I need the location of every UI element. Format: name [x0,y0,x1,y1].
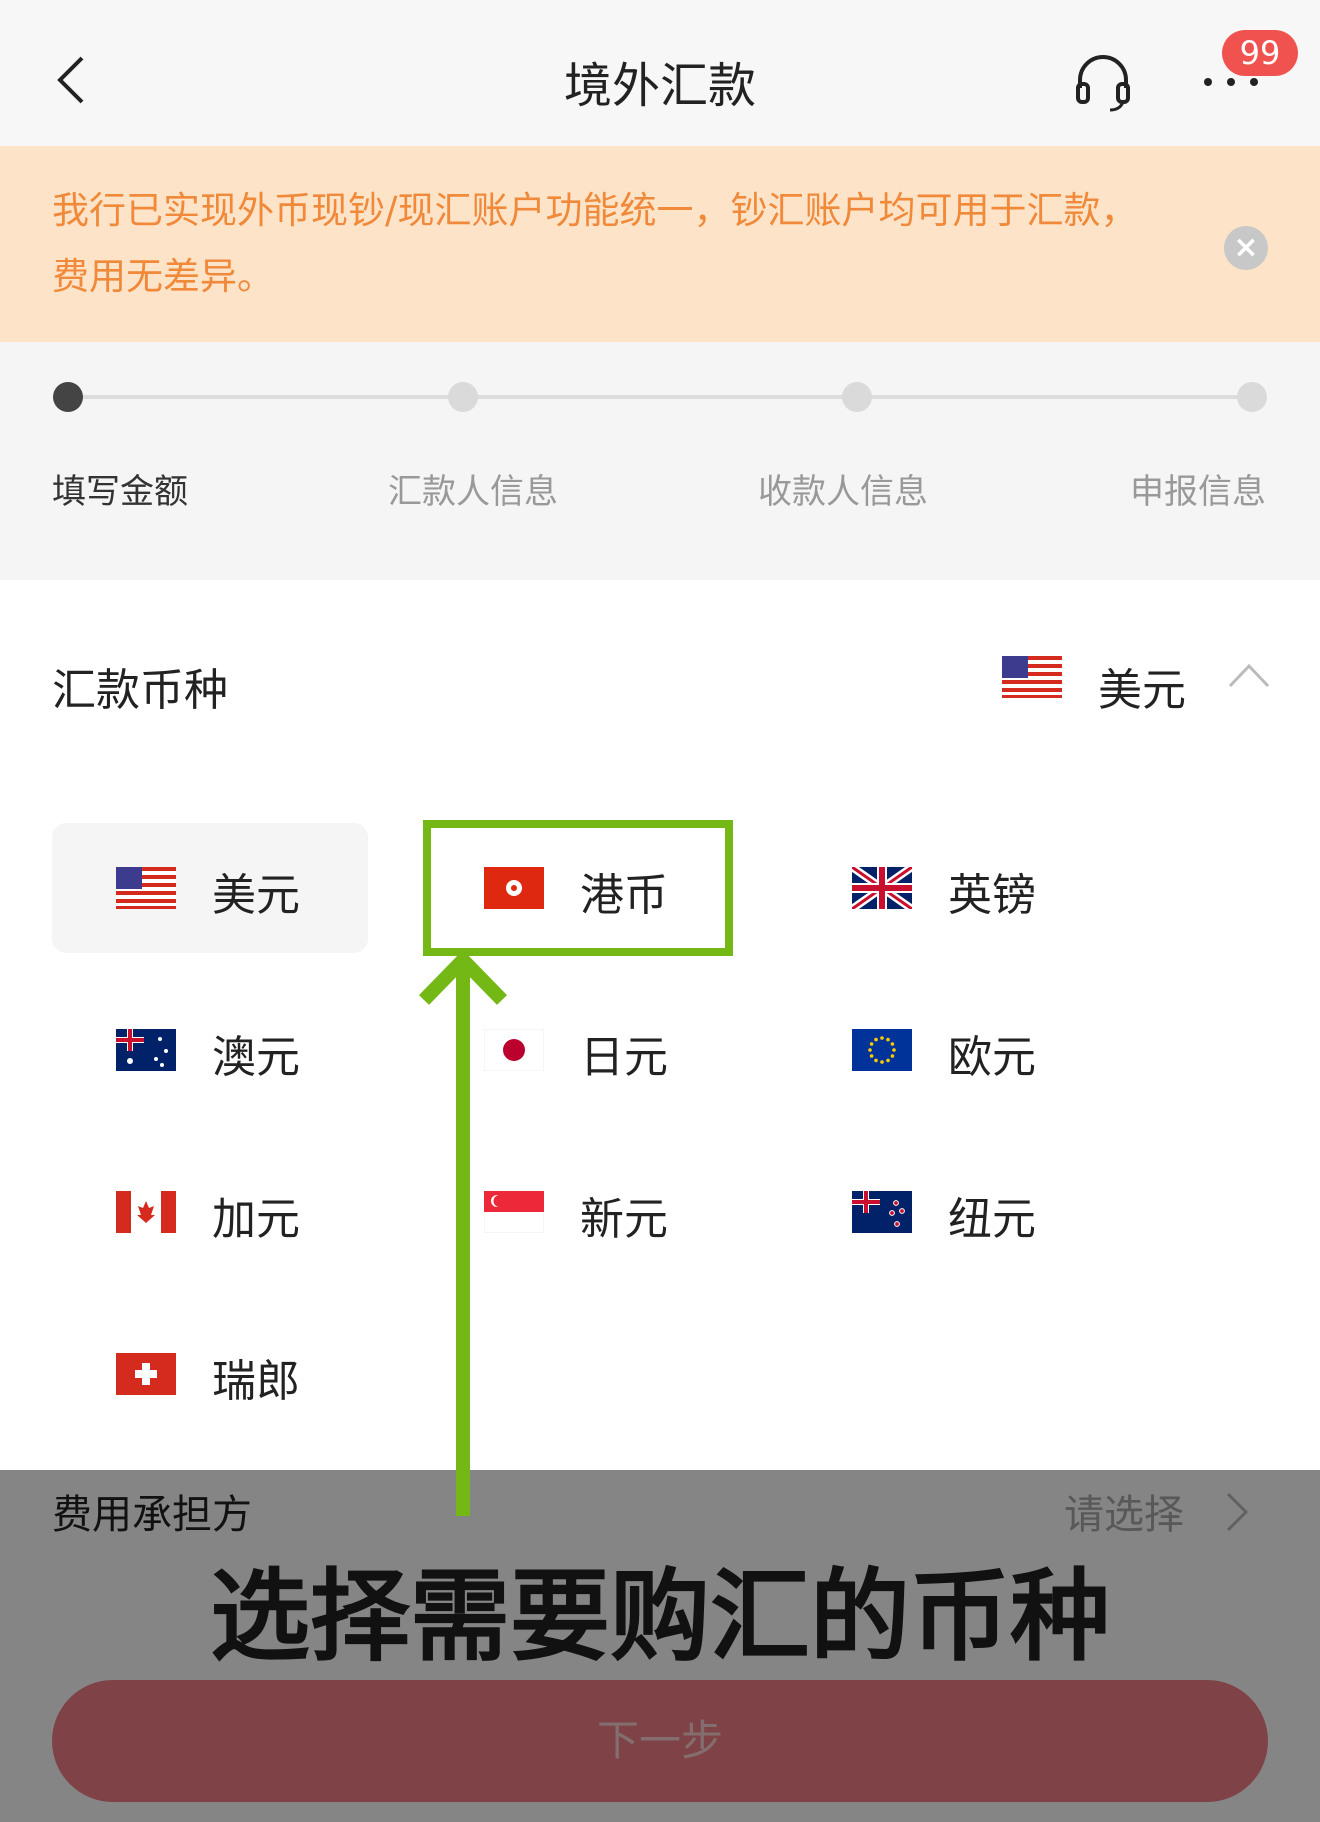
step-line [68,395,1252,399]
notice-banner: 我行已实现外币现钞/现汇账户功能统一，钞汇账户均可用于汇款，费用无差异。 [0,146,1320,342]
us-flag-icon [1002,656,1062,698]
annotation-highlight-box [423,820,733,956]
au-flag-icon [116,1029,176,1071]
annotation-arrow-icon [418,950,508,1516]
ca-flag-icon [116,1191,176,1233]
currency-name: 加元 [212,1194,300,1245]
currency-name: 新元 [580,1194,668,1245]
step-dot-3 [842,382,872,412]
currency-option-chf[interactable]: 瑞郎 [52,1309,368,1439]
step-dot-1 [53,382,83,412]
nav-bar: 境外汇款 99 [0,0,1320,146]
selected-currency-name[interactable]: 美元 [1098,654,1186,718]
us-flag-icon [116,867,176,909]
currency-option-nzd[interactable]: 纽元 [788,1147,1104,1277]
eu-flag-icon [852,1029,912,1071]
chevron-left-icon [57,56,84,104]
ch-flag-icon [116,1353,176,1395]
step-label-1: 填写金额 [52,472,188,512]
step-label-4: 申报信息 [1130,472,1266,512]
currency-name: 欧元 [948,1032,1036,1083]
close-icon: × [1233,230,1259,265]
currency-name: 日元 [580,1032,668,1083]
back-button[interactable] [40,40,110,120]
step-dot-4 [1237,382,1267,412]
currency-panel: 汇款币种 美元 美元 港币 英镑 澳元 日元 欧元 加元 新元 纽元 瑞郎 [0,580,1320,1470]
currency-name: 英镑 [948,870,1036,921]
currency-name: 纽元 [948,1194,1036,1245]
chevron-up-icon[interactable] [1226,658,1272,692]
currency-label: 汇款币种 [52,665,228,716]
annotation-text: 选择需要购汇的币种 [210,1558,1110,1675]
nz-flag-icon [852,1191,912,1233]
currency-option-usd[interactable]: 美元 [52,823,368,953]
uk-flag-icon [852,867,912,909]
message-badge: 99 [1222,30,1298,76]
headset-icon [1076,55,1130,112]
customer-service-button[interactable] [1068,46,1138,116]
progress-steps: 填写金额 汇款人信息 收款人信息 申报信息 [0,342,1320,580]
currency-name: 美元 [212,870,300,921]
currency-option-eur[interactable]: 欧元 [788,985,1104,1115]
notice-close-button[interactable]: × [1224,226,1268,270]
currency-option-gbp[interactable]: 英镑 [788,823,1104,953]
currency-option-cad[interactable]: 加元 [52,1147,368,1277]
step-label-3: 收款人信息 [758,472,928,512]
selected-currency-flag[interactable] [1002,656,1062,706]
notice-text: 我行已实现外币现钞/现汇账户功能统一，钞汇账户均可用于汇款，费用无差异。 [52,189,1138,298]
currency-name: 澳元 [212,1032,300,1083]
step-dot-2 [448,382,478,412]
step-label-2: 汇款人信息 [388,472,558,512]
currency-option-aud[interactable]: 澳元 [52,985,368,1115]
currency-name: 瑞郎 [212,1356,300,1407]
